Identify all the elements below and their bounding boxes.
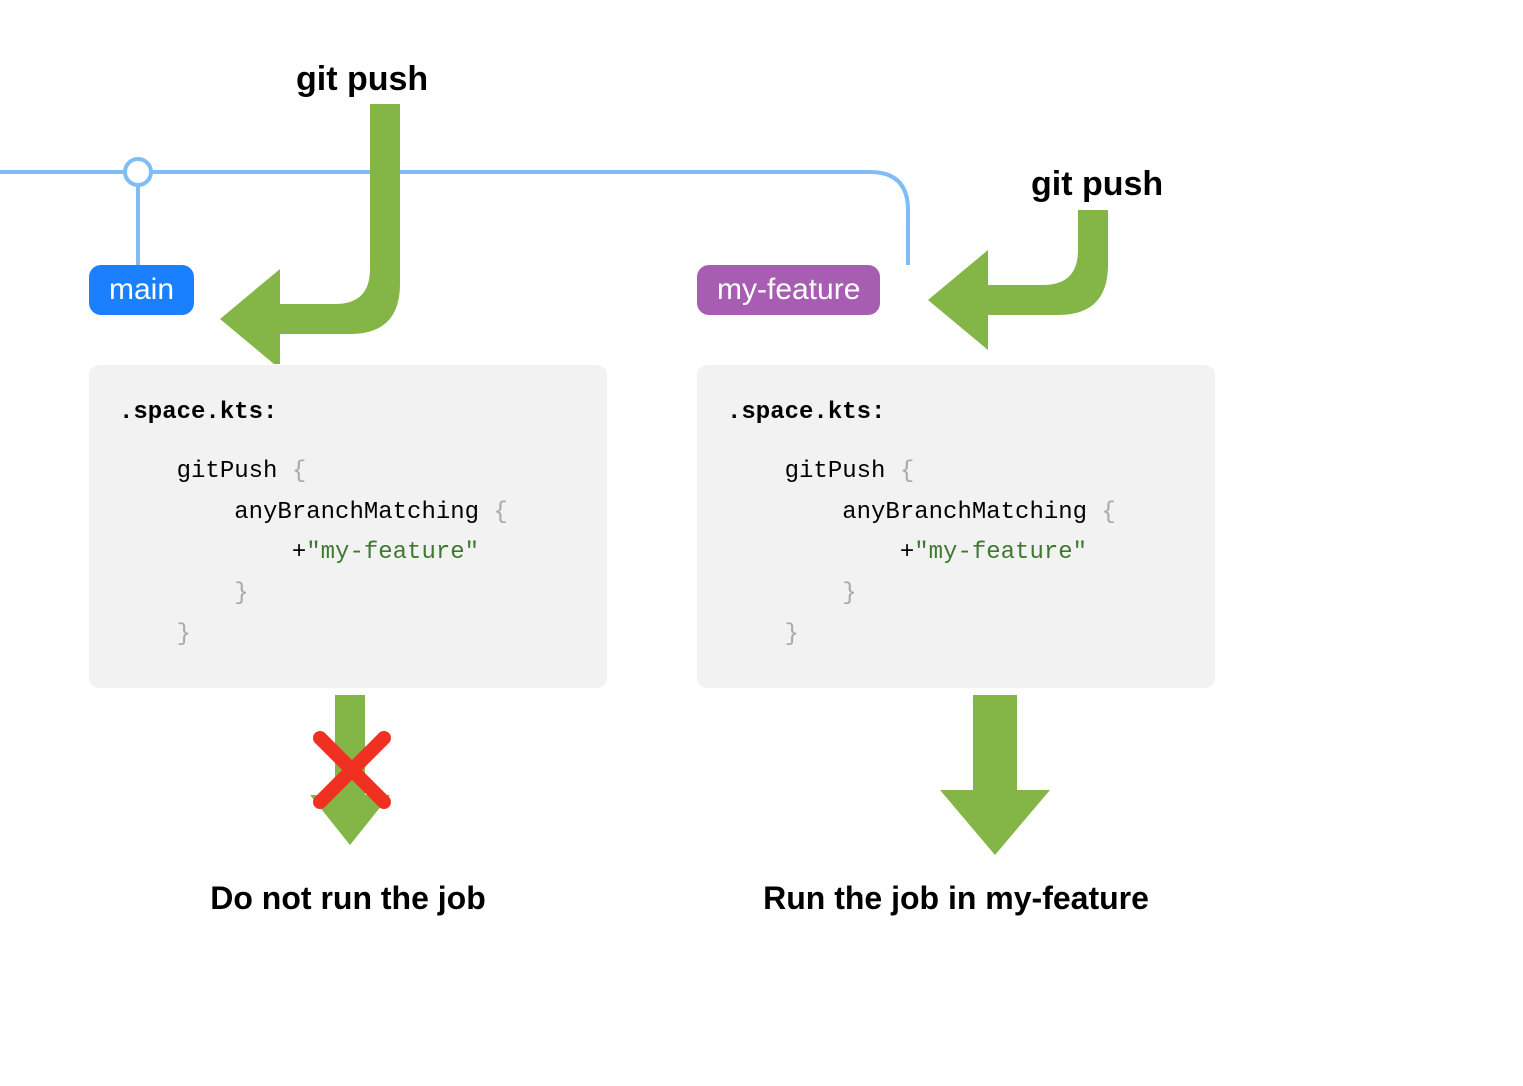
- caption-right: Run the job in my-feature: [697, 880, 1215, 917]
- git-push-label-right: git push: [1031, 165, 1163, 204]
- branch-tag-feature: my-feature: [697, 265, 880, 315]
- arrow-down-run: [940, 695, 1050, 855]
- code-filename-left: .space.kts:: [119, 393, 577, 434]
- git-push-label-left: git push: [296, 60, 428, 99]
- branch-tag-main: main: [89, 265, 194, 315]
- arrow-into-feature: [928, 210, 1128, 380]
- code-filename-right: .space.kts:: [727, 393, 1185, 434]
- arrow-into-main: [220, 104, 420, 364]
- code-box-left: .space.kts: gitPush { anyBranchMatching …: [89, 365, 607, 688]
- code-body-right: gitPush { anyBranchMatching { +"my-featu…: [727, 452, 1185, 656]
- code-body-left: gitPush { anyBranchMatching { +"my-featu…: [119, 452, 577, 656]
- caption-left: Do not run the job: [89, 880, 607, 917]
- code-box-right: .space.kts: gitPush { anyBranchMatching …: [697, 365, 1215, 688]
- cross-icon: [312, 730, 392, 810]
